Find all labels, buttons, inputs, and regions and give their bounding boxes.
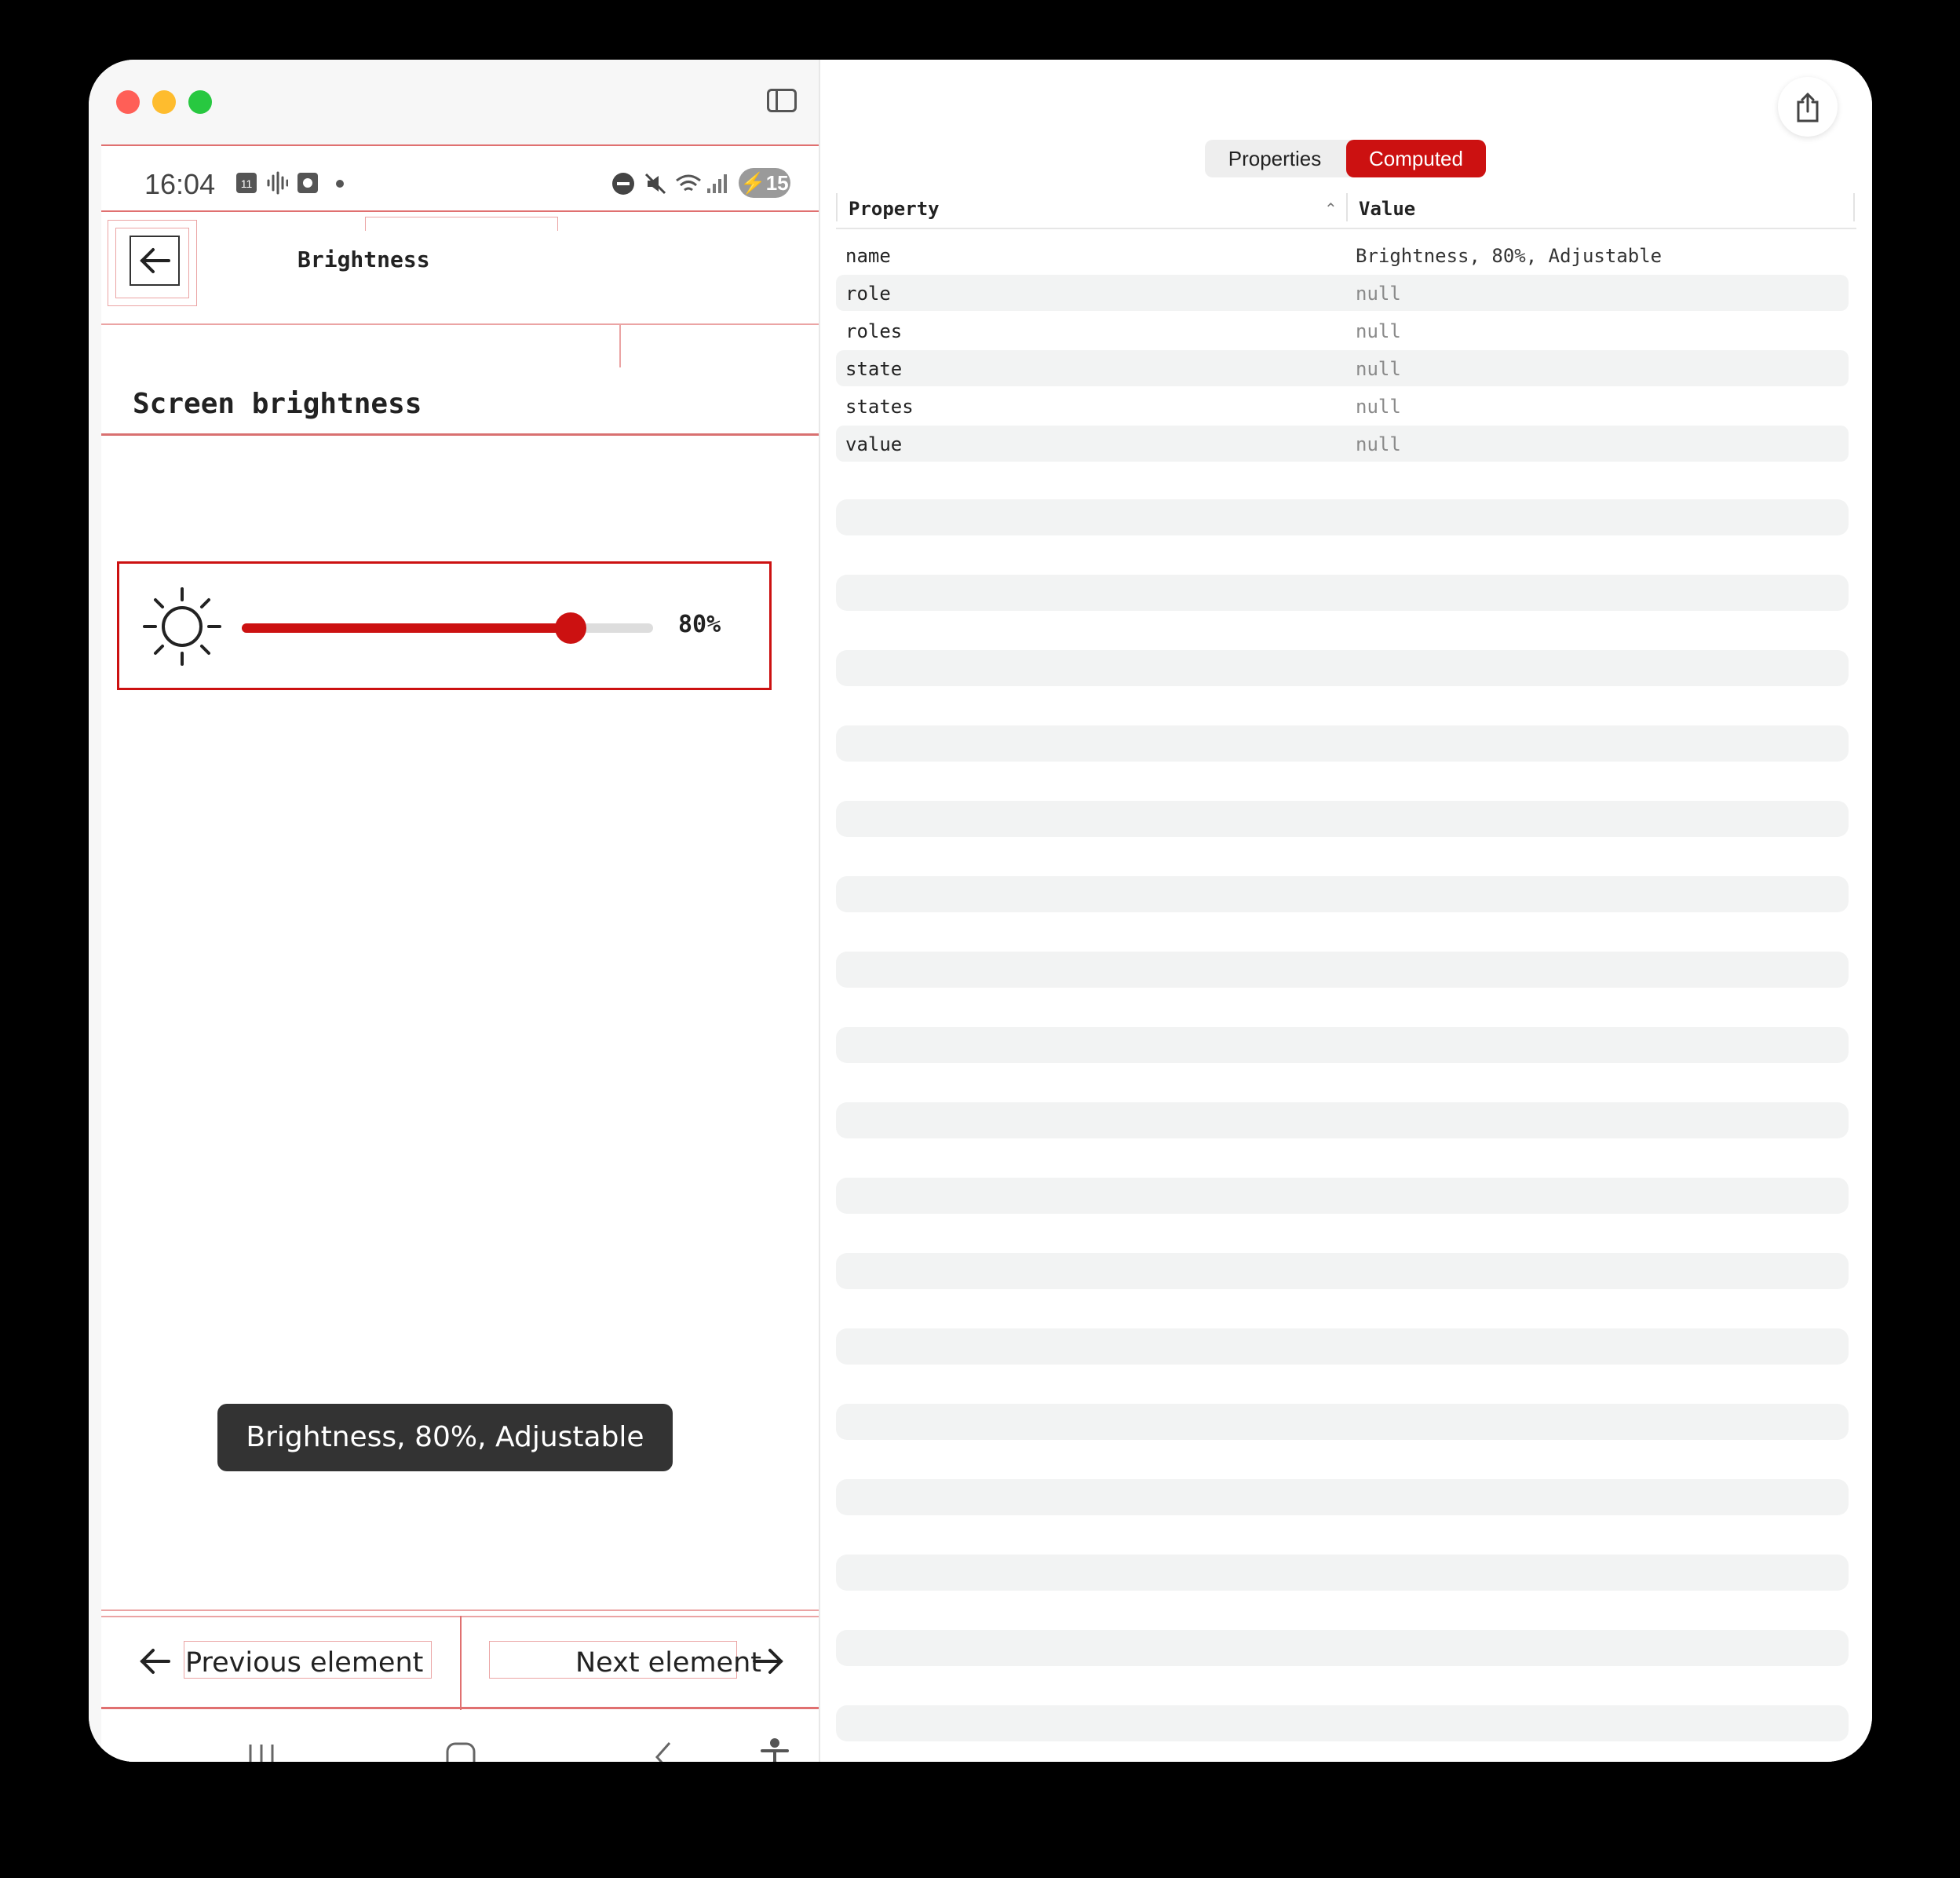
notification-dot-icon <box>336 180 344 188</box>
empty-row <box>836 575 1849 611</box>
title-bar <box>89 60 819 144</box>
empty-row <box>836 1253 1849 1289</box>
calendar-day: 11 <box>240 177 253 190</box>
brightness-slider-card[interactable]: 80% <box>117 561 772 690</box>
sun-icon <box>143 587 221 666</box>
empty-row <box>836 1328 1849 1365</box>
share-icon <box>1797 92 1819 122</box>
app-bar-divider-highlight <box>619 323 621 367</box>
empty-row <box>836 725 1849 762</box>
slider-fill <box>242 623 571 633</box>
property-value: null <box>1356 396 1401 418</box>
device-preview-pane: 16:04 11 ⚡15 Brightness Screen brightnes… <box>89 60 819 1762</box>
inspector-tabs: Properties Computed <box>1205 140 1486 177</box>
next-arrow-icon <box>753 1649 783 1674</box>
nav-top-highlight <box>101 1609 819 1611</box>
table-row[interactable]: roles null <box>836 312 1849 349</box>
table-header: Property ⌃ Value <box>836 188 1856 229</box>
inspector-pane: Properties Computed Property ⌃ Value nam… <box>820 60 1872 1762</box>
property-key: name <box>845 245 891 267</box>
header-title: Brightness <box>297 247 430 272</box>
nav-divider <box>460 1616 462 1710</box>
sidebar-toggle-icon[interactable] <box>767 89 797 112</box>
property-key: state <box>845 358 903 380</box>
minimize-window-button[interactable] <box>152 90 176 114</box>
system-back-icon[interactable] <box>648 1741 679 1762</box>
sound-wave-icon <box>267 171 288 195</box>
property-value: Brightness, 80%, Adjustable <box>1356 245 1663 267</box>
table-row[interactable]: role null <box>836 275 1849 311</box>
column-separator <box>1346 193 1348 221</box>
record-icon <box>297 173 318 193</box>
app-bar-bottom-highlight <box>101 323 819 325</box>
empty-row <box>836 499 1849 535</box>
empty-row <box>836 1404 1849 1440</box>
empty-row <box>836 1479 1849 1515</box>
nav-bottom-highlight <box>101 1707 819 1709</box>
battery-indicator: ⚡15 <box>739 168 790 198</box>
sort-ascending-icon[interactable]: ⌃ <box>1324 199 1338 219</box>
property-value: null <box>1356 358 1401 380</box>
column-header-value[interactable]: Value <box>1359 198 1415 220</box>
wifi-icon <box>676 174 701 192</box>
phone-screen: 16:04 11 ⚡15 Brightness Screen brightnes… <box>101 144 819 1762</box>
tab-computed[interactable]: Computed <box>1346 140 1486 177</box>
next-element-button[interactable]: Next element <box>575 1647 761 1679</box>
slider-value: 80% <box>678 611 721 638</box>
recent-apps-icon[interactable] <box>246 1741 277 1762</box>
empty-row <box>836 952 1849 988</box>
slider-thumb[interactable] <box>555 612 587 644</box>
empty-row <box>836 1705 1849 1741</box>
close-window-button[interactable] <box>116 90 140 114</box>
accessibility-toast: Brightness, 80%, Adjustable <box>217 1404 673 1471</box>
property-key: role <box>845 283 891 305</box>
empty-row <box>836 1027 1849 1063</box>
back-button[interactable] <box>130 236 180 286</box>
empty-row <box>836 1102 1849 1138</box>
system-navigation-bar <box>101 1715 819 1762</box>
app-window: 16:04 11 ⚡15 Brightness Screen brightnes… <box>89 60 1872 1762</box>
empty-row <box>836 1630 1849 1666</box>
property-value: null <box>1356 433 1401 455</box>
accessibility-icon[interactable] <box>757 1738 792 1762</box>
column-separator <box>1853 193 1855 221</box>
status-time: 16:04 <box>144 168 216 200</box>
signal-icon <box>707 174 727 193</box>
property-key: roles <box>845 320 903 342</box>
status-bar-highlight <box>101 144 819 146</box>
do-not-disturb-icon <box>612 173 634 195</box>
property-value: null <box>1356 283 1401 305</box>
table-row[interactable]: value null <box>836 426 1849 462</box>
back-arrow-icon <box>140 248 170 273</box>
property-key: states <box>845 396 914 418</box>
brightness-slider[interactable] <box>242 612 653 644</box>
mute-icon <box>644 173 666 195</box>
table-row[interactable]: state null <box>836 350 1849 386</box>
property-key: value <box>845 433 903 455</box>
home-icon[interactable] <box>445 1741 476 1762</box>
column-header-property[interactable]: Property <box>849 198 940 220</box>
empty-row <box>836 1178 1849 1214</box>
empty-row <box>836 801 1849 837</box>
section-divider <box>101 433 819 436</box>
empty-row <box>836 876 1849 912</box>
previous-element-button[interactable]: Previous element <box>185 1647 423 1679</box>
status-bar-bottom-highlight <box>101 210 819 212</box>
previous-arrow-icon <box>140 1649 170 1674</box>
empty-row <box>836 650 1849 686</box>
zoom-window-button[interactable] <box>188 90 212 114</box>
title-highlight <box>365 217 558 231</box>
empty-row <box>836 1555 1849 1591</box>
calendar-icon: 11 <box>236 173 257 193</box>
column-separator <box>836 193 838 221</box>
table-row[interactable]: states null <box>836 388 1849 424</box>
share-button[interactable] <box>1778 77 1838 137</box>
property-value: null <box>1356 320 1401 342</box>
screen-title: Screen brightness <box>133 388 422 420</box>
element-navigation: Previous element Next element <box>101 1616 819 1710</box>
table-row[interactable]: name Brightness, 80%, Adjustable <box>836 237 1849 273</box>
tab-properties[interactable]: Properties <box>1205 140 1345 177</box>
